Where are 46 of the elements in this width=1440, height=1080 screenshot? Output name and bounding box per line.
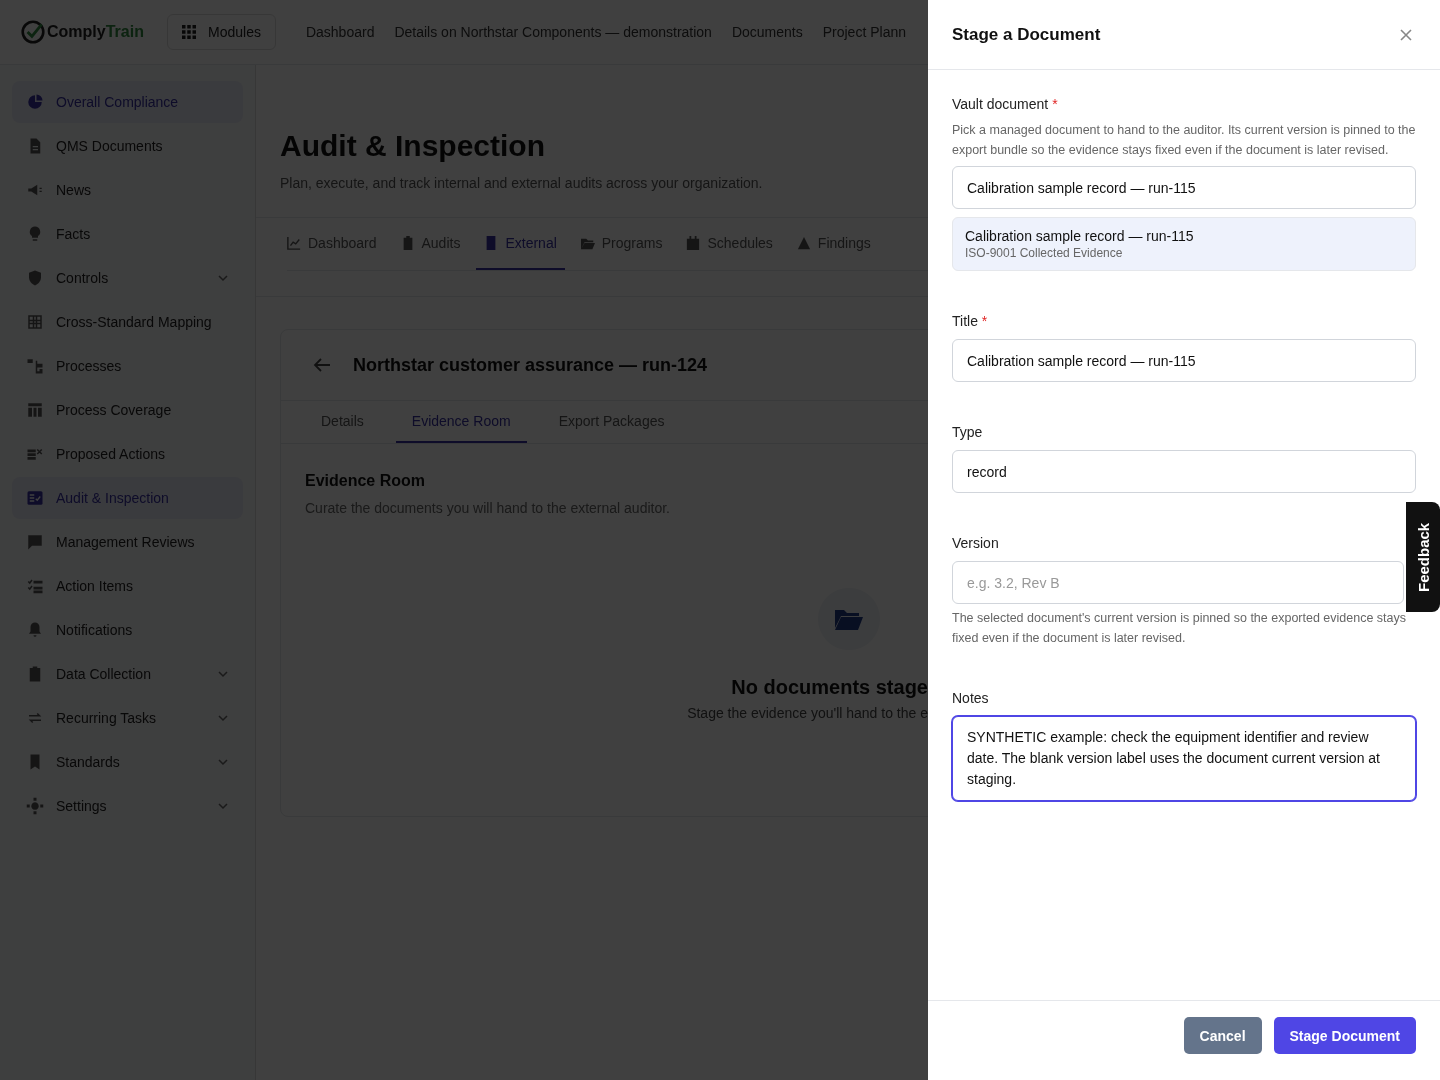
grid-icon xyxy=(182,25,196,39)
cancel-button[interactable]: Cancel xyxy=(1183,1017,1262,1054)
version-field[interactable]: e.g. 3.2, Rev B xyxy=(952,561,1404,604)
chevron-down-icon xyxy=(217,756,229,768)
chevron-down-icon xyxy=(217,800,229,812)
help-text: The selected document's current version is pinned so the exported evidence stays fixed even if the document is later revised. xyxy=(952,610,1408,647)
field-label: Version xyxy=(952,535,1000,551)
menu-item-icon xyxy=(26,269,44,287)
chevron-down-icon xyxy=(217,668,229,680)
menu-item-icon xyxy=(26,621,44,639)
menu-item-icon xyxy=(26,533,44,551)
card-title: Northstar customer assurance — run-124 xyxy=(353,354,708,376)
suggestion-item[interactable]: Calibration sample record — run-115 ISO-9001 Collected Evidence xyxy=(952,217,1416,271)
empty-state-title: No documents stage xyxy=(731,676,928,699)
modules-button[interactable]: Modules xyxy=(167,14,276,50)
stage-document-button[interactable]: Stage Document xyxy=(1273,1017,1416,1054)
menu-item-icon xyxy=(26,797,44,815)
tab-icon xyxy=(287,236,301,250)
notes-field[interactable]: SYNTHETIC example: check the equipment identifier and review date. The blank version label uses the document current version at staging. xyxy=(952,716,1416,801)
folder-icon xyxy=(835,608,863,630)
menu-item-icon xyxy=(26,577,44,595)
document-search-field[interactable]: Calibration sample record — run-115 xyxy=(952,166,1416,209)
check-circle-icon xyxy=(20,19,46,45)
field-label: Vault document * xyxy=(952,96,1059,112)
back-arrow-icon[interactable] xyxy=(313,357,331,373)
tab-icon xyxy=(796,236,811,250)
tab-icon xyxy=(580,236,595,250)
panel-title: Stage a Document xyxy=(952,24,1101,45)
menu-item-icon xyxy=(26,357,44,375)
title-field[interactable]: Calibration sample record — run-115 xyxy=(952,339,1416,382)
field-label: Type xyxy=(952,424,984,440)
section-title: Evidence Room xyxy=(305,472,427,490)
chevron-down-icon xyxy=(217,272,229,284)
menu-item-icon xyxy=(26,401,44,419)
page-title: Audit & Inspection xyxy=(280,129,546,163)
feedback-tab[interactable]: Feedback xyxy=(1406,502,1440,612)
field-label: Title * xyxy=(952,313,989,329)
help-text: Pick a managed document to hand to the auditor. Its current version is pinned to the export bundle so the evidence stays fixed even if the document is later revised. xyxy=(952,122,1416,159)
menu-item-icon xyxy=(26,489,44,507)
type-field[interactable]: record xyxy=(952,450,1416,493)
chevron-down-icon xyxy=(217,712,229,724)
close-icon xyxy=(1400,28,1412,41)
menu-item-icon xyxy=(26,313,44,331)
menu-item-icon xyxy=(26,93,44,111)
field-label: Notes xyxy=(952,690,990,706)
tab-icon xyxy=(686,236,701,250)
